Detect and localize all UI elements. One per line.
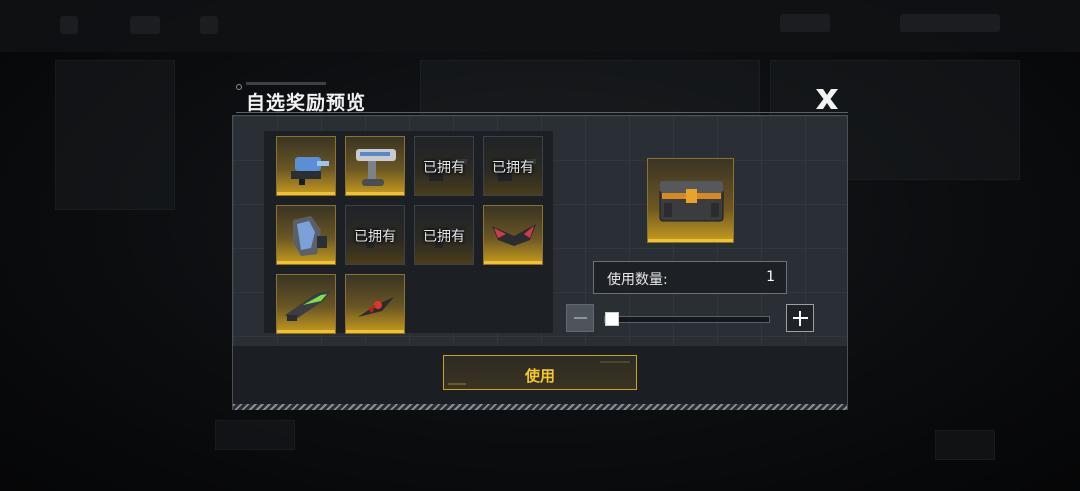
title-decoration: [236, 84, 242, 90]
quantity-slider[interactable]: [604, 312, 770, 326]
blue-turret-icon: [291, 157, 329, 185]
reward-item[interactable]: 已拥有: [483, 136, 543, 196]
title-decoration: [246, 82, 326, 85]
reward-item[interactable]: 已拥有: [414, 136, 474, 196]
close-button[interactable]: [812, 86, 842, 112]
button-decoration: [600, 361, 630, 363]
green-blade-icon: [285, 291, 331, 321]
reward-item[interactable]: [345, 274, 405, 334]
mech-arm-cannon-icon: [356, 149, 396, 186]
reward-item[interactable]: [483, 205, 543, 265]
button-decoration: [448, 383, 466, 385]
hazard-stripe: [233, 404, 847, 410]
increase-quantity-button[interactable]: [786, 304, 814, 332]
plus-icon: [799, 311, 801, 326]
reward-item[interactable]: 已拥有: [414, 205, 474, 265]
reward-item[interactable]: [276, 274, 336, 334]
quantity-slider-thumb[interactable]: [605, 312, 619, 326]
quantity-label: 使用数量:: [607, 272, 668, 288]
supply-chest-icon: [659, 181, 724, 222]
owned-label: 已拥有: [492, 160, 534, 176]
owned-label: 已拥有: [423, 229, 465, 245]
owned-label: 已拥有: [354, 229, 396, 245]
reward-grid: 已拥有 已拥有 已拥有 已拥有: [264, 131, 553, 334]
reward-item[interactable]: 已拥有: [345, 205, 405, 265]
owned-label: 已拥有: [423, 160, 465, 176]
reward-item[interactable]: [276, 136, 336, 196]
use-button[interactable]: 使用: [443, 355, 637, 390]
minus-icon: [574, 317, 587, 319]
dialog-title: 自选奖励预览: [246, 92, 367, 114]
game-screen: 自选奖励预览 已拥有 已拥有 已拥有 已拥有 使用数量: 1 使用: [0, 0, 1080, 491]
use-button-label: 使用: [524, 367, 555, 385]
reward-item[interactable]: [276, 205, 336, 265]
quantity-value: 1: [766, 269, 775, 285]
reward-item[interactable]: [345, 136, 405, 196]
blue-armor-plate-icon: [293, 216, 327, 256]
decrease-quantity-button[interactable]: [566, 304, 594, 332]
quantity-display: 使用数量: 1: [593, 261, 787, 294]
title-divider: [236, 112, 848, 113]
close-x-icon: [816, 89, 838, 109]
red-wing-icon: [492, 224, 536, 246]
red-drone-icon: [358, 297, 394, 317]
selected-item-slot: [647, 158, 734, 243]
